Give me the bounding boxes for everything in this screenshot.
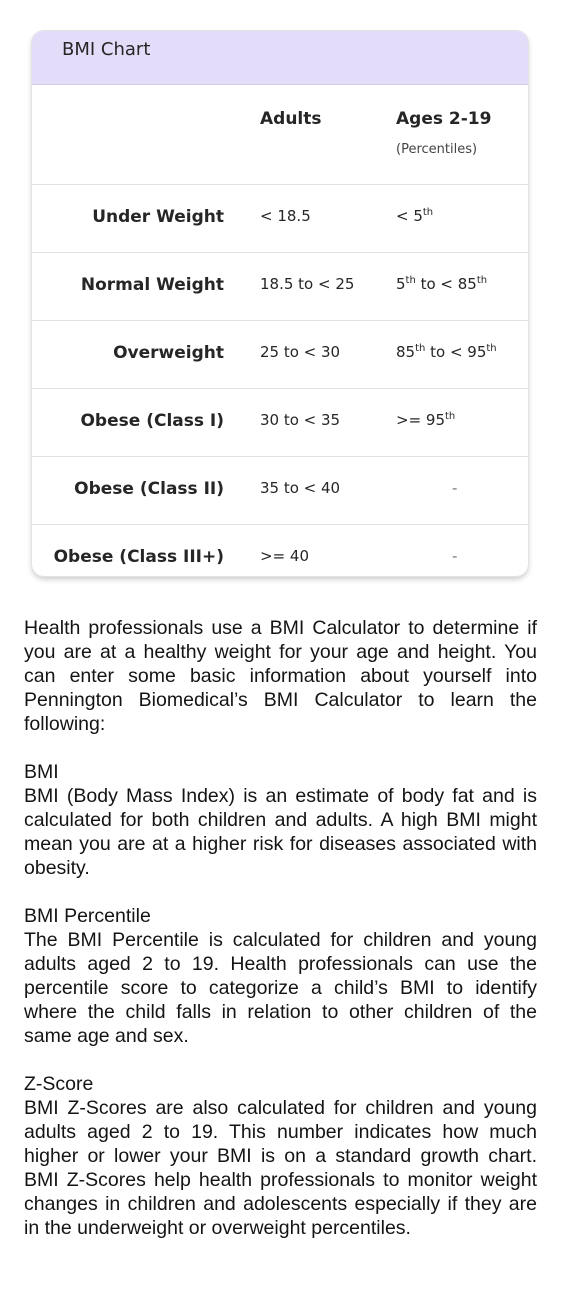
row-label: Under Weight bbox=[92, 207, 224, 227]
section-heading-bmi-percentile: BMI Percentile bbox=[24, 905, 151, 927]
row-ages-empty: - bbox=[452, 547, 458, 565]
intro-paragraph: Health professionals use a BMI Calculato… bbox=[24, 617, 537, 735]
row-ages-value: 5th to < 85th bbox=[396, 275, 488, 293]
row-ages-value: 85th to < 95th bbox=[396, 343, 497, 361]
row-adults-value: 30 to < 35 bbox=[260, 411, 341, 429]
table-row: Overweight 25 to < 30 85th to < 95th bbox=[32, 321, 528, 389]
table-row: Obese (Class II) 35 to < 40 - bbox=[32, 457, 528, 525]
column-header-ages-sub: (Percentiles) bbox=[396, 142, 478, 157]
section-body-bmi-percentile: The BMI Percentile is calculated for chi… bbox=[24, 929, 537, 1047]
row-ages-value: < 5th bbox=[396, 207, 434, 225]
row-adults-value: 25 to < 30 bbox=[260, 343, 341, 361]
row-label: Obese (Class III+) bbox=[53, 547, 224, 567]
table-header-row: Adults Ages 2-19 (Percentiles) bbox=[32, 85, 528, 185]
table-row: Obese (Class III+) >= 40 - bbox=[32, 525, 528, 575]
section-body-z-score: BMI Z-Scores are also calculated for chi… bbox=[24, 1097, 537, 1239]
bmi-chart-title: BMI Chart bbox=[32, 31, 528, 85]
column-header-ages: Ages 2-19 (Percentiles) bbox=[396, 109, 491, 157]
row-adults-value: 18.5 to < 25 bbox=[260, 275, 355, 293]
row-ages-empty: - bbox=[452, 479, 458, 497]
bmi-chart-card: BMI Chart Adults Ages 2-19 (Percentiles)… bbox=[32, 31, 528, 576]
article-body: Health professionals use a BMI Calculato… bbox=[24, 616, 537, 1240]
section-body-bmi: BMI (Body Mass Index) is an estimate of … bbox=[24, 785, 537, 879]
row-adults-value: >= 40 bbox=[260, 547, 309, 565]
table-row: Obese (Class I) 30 to < 35 >= 95th bbox=[32, 389, 528, 457]
row-label: Overweight bbox=[113, 343, 224, 363]
row-label: Normal Weight bbox=[80, 275, 224, 295]
row-adults-value: 35 to < 40 bbox=[260, 479, 341, 497]
row-adults-value: < 18.5 bbox=[260, 207, 311, 225]
section-heading-z-score: Z-Score bbox=[24, 1073, 94, 1095]
row-label: Obese (Class I) bbox=[80, 411, 224, 431]
column-header-adults: Adults bbox=[260, 109, 322, 129]
section-heading-bmi: BMI bbox=[24, 761, 59, 783]
row-label: Obese (Class II) bbox=[74, 479, 224, 499]
column-header-ages-label: Ages 2-19 bbox=[396, 109, 492, 129]
table-row: Under Weight < 18.5 < 5th bbox=[32, 185, 528, 253]
table-row: Normal Weight 18.5 to < 25 5th to < 85th bbox=[32, 253, 528, 321]
row-ages-value: >= 95th bbox=[396, 411, 456, 429]
